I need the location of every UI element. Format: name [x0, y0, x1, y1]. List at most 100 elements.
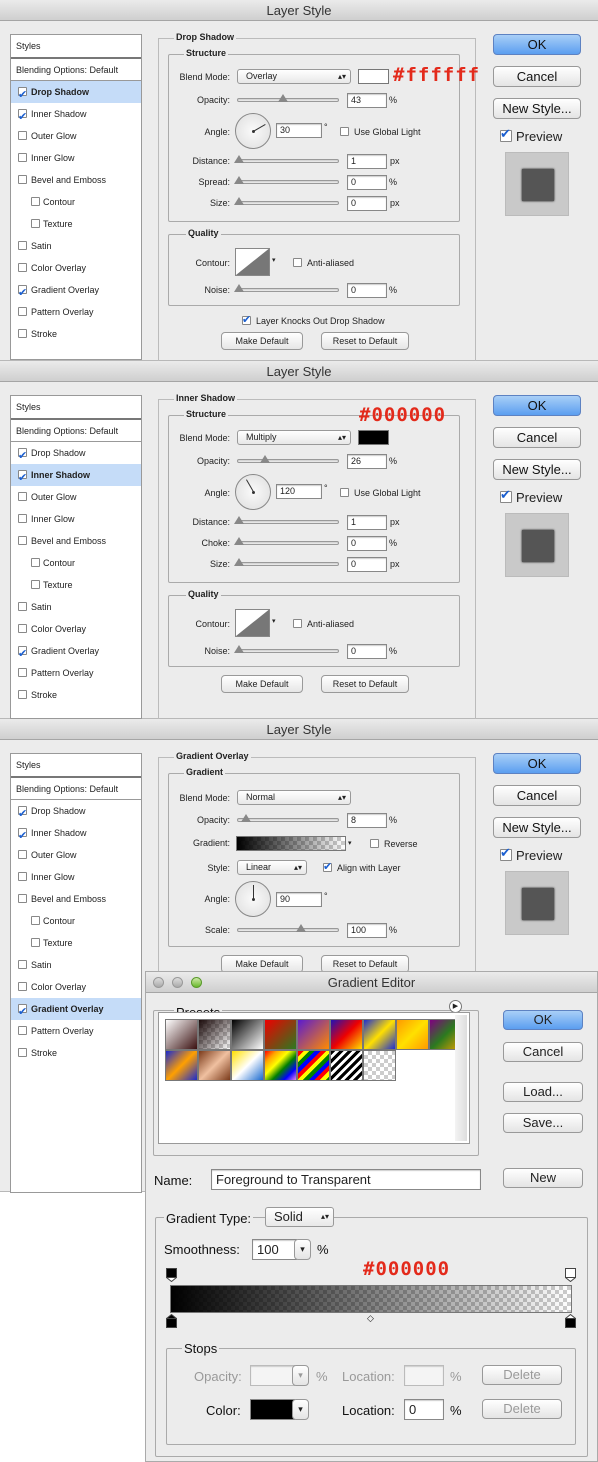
anti-aliased-checkbox[interactable]: Anti-aliased: [293, 258, 354, 268]
cancel-button[interactable]: Cancel: [493, 66, 581, 87]
checkbox-icon[interactable]: [18, 850, 27, 859]
angle-dial[interactable]: [235, 474, 271, 510]
gradient-name-input[interactable]: Foreground to Transparent: [211, 1169, 481, 1190]
checkbox-icon[interactable]: [18, 175, 27, 184]
slider-thumb[interactable]: [241, 814, 251, 822]
noise-slider[interactable]: [234, 645, 339, 653]
blend-mode-select[interactable]: Normal ▴▾: [237, 790, 351, 805]
preview-checkbox[interactable]: Preview: [500, 488, 562, 505]
contour-picker[interactable]: [235, 609, 270, 637]
style-item-color-overlay[interactable]: Color Overlay: [11, 257, 141, 279]
blending-options[interactable]: Blending Options: Default: [11, 778, 141, 800]
opacity-stop-left[interactable]: [166, 1268, 177, 1282]
angle-input[interactable]: 30: [276, 123, 322, 138]
style-item-inner-glow[interactable]: Inner Glow: [11, 508, 141, 530]
style-item-gradient-overlay[interactable]: Gradient Overlay: [11, 279, 141, 304]
blend-mode-select[interactable]: Multiply ▴▾: [237, 430, 351, 445]
checkbox-icon[interactable]: [18, 467, 27, 489]
smoothness-input[interactable]: 100: [252, 1239, 297, 1260]
ok-button[interactable]: OK: [493, 395, 581, 416]
noise-input[interactable]: 0: [347, 283, 387, 298]
checkbox-icon[interactable]: [18, 492, 27, 501]
checkbox-icon[interactable]: [18, 668, 27, 677]
checkbox-icon[interactable]: [31, 558, 40, 567]
distance-input[interactable]: 1: [347, 515, 387, 530]
style-item-inner-shadow[interactable]: Inner Shadow: [11, 822, 141, 847]
midpoint-diamond-icon[interactable]: ◇: [367, 1313, 374, 1324]
style-item-texture[interactable]: Texture: [11, 932, 141, 954]
ok-button[interactable]: OK: [493, 753, 581, 774]
style-item-bevel-emboss[interactable]: Bevel and Emboss: [11, 888, 141, 910]
zoom-window-icon[interactable]: [191, 977, 202, 988]
delete-opacity-stop-button[interactable]: Delete: [482, 1365, 562, 1385]
style-item-outer-glow[interactable]: Outer Glow: [11, 486, 141, 508]
style-item-color-overlay[interactable]: Color Overlay: [11, 618, 141, 640]
style-item-color-overlay[interactable]: Color Overlay: [11, 976, 141, 998]
distance-input[interactable]: 1: [347, 154, 387, 169]
checkbox-icon[interactable]: [18, 536, 27, 545]
dropdown-arrow-icon[interactable]: ▾: [272, 256, 276, 264]
checkbox-icon[interactable]: [500, 846, 512, 861]
align-with-layer-checkbox[interactable]: Align with Layer: [323, 860, 401, 873]
slider-thumb[interactable]: [234, 155, 244, 163]
preset-swatch[interactable]: [330, 1050, 363, 1081]
slider-thumb[interactable]: [234, 558, 244, 566]
checkbox-icon[interactable]: [18, 153, 27, 162]
size-input[interactable]: 0: [347, 557, 387, 572]
color-stop-right[interactable]: [565, 1314, 576, 1328]
checkbox-icon[interactable]: [18, 624, 27, 633]
checkbox-icon[interactable]: [31, 580, 40, 589]
slider-thumb[interactable]: [278, 94, 288, 102]
angle-input[interactable]: 120: [276, 484, 322, 499]
preset-swatch[interactable]: [165, 1019, 198, 1050]
style-item-outer-glow[interactable]: Outer Glow: [11, 844, 141, 866]
checkbox-icon[interactable]: [18, 690, 27, 699]
checkbox-icon[interactable]: [31, 916, 40, 925]
style-item-outer-glow[interactable]: Outer Glow: [11, 125, 141, 147]
make-default-button[interactable]: Make Default: [221, 332, 303, 350]
style-item-inner-shadow[interactable]: Inner Shadow: [11, 103, 141, 128]
checkbox-icon[interactable]: [18, 602, 27, 611]
gradient-preview[interactable]: [236, 836, 346, 851]
dropdown-arrow-icon[interactable]: ▾: [348, 839, 352, 847]
checkbox-icon[interactable]: [18, 514, 27, 523]
checkbox-icon[interactable]: [18, 282, 27, 304]
new-style-button[interactable]: New Style...: [493, 459, 581, 480]
checkbox-icon[interactable]: [18, 329, 27, 338]
angle-input[interactable]: 90: [276, 892, 322, 907]
smoothness-dropdown[interactable]: ▾: [294, 1239, 311, 1260]
checkbox-icon[interactable]: [500, 488, 512, 503]
checkbox-icon[interactable]: [31, 197, 40, 206]
preset-swatch[interactable]: [198, 1019, 231, 1050]
new-style-button[interactable]: New Style...: [493, 817, 581, 838]
checkbox-icon[interactable]: [18, 803, 27, 825]
checkbox-icon[interactable]: [340, 488, 349, 497]
blending-options[interactable]: Blending Options: Default: [11, 420, 141, 442]
stop-opacity-dropdown[interactable]: ▾: [292, 1365, 309, 1386]
reverse-checkbox[interactable]: Reverse: [370, 839, 418, 849]
stop-color-swatch[interactable]: [250, 1399, 295, 1420]
noise-slider[interactable]: [234, 284, 339, 292]
use-global-light[interactable]: Use Global Light: [340, 127, 421, 137]
preset-swatch[interactable]: [264, 1019, 297, 1050]
spread-input[interactable]: 0: [347, 175, 387, 190]
preset-swatch[interactable]: [363, 1050, 396, 1081]
stop-color-dropdown[interactable]: ▾: [292, 1399, 309, 1420]
checkbox-icon[interactable]: [31, 219, 40, 228]
preset-swatch[interactable]: [198, 1050, 231, 1081]
reset-default-button[interactable]: Reset to Default: [321, 675, 409, 693]
slider-thumb[interactable]: [260, 455, 270, 463]
slider-thumb[interactable]: [234, 197, 244, 205]
slider-thumb[interactable]: [234, 176, 244, 184]
style-item-inner-glow[interactable]: Inner Glow: [11, 866, 141, 888]
preview-checkbox[interactable]: Preview: [500, 846, 562, 863]
size-slider[interactable]: [234, 197, 339, 205]
slider-thumb[interactable]: [296, 924, 306, 932]
style-item-stroke[interactable]: Stroke: [11, 684, 141, 706]
make-default-button[interactable]: Make Default: [221, 675, 303, 693]
style-item-satin[interactable]: Satin: [11, 235, 141, 257]
preset-swatch[interactable]: [231, 1050, 264, 1081]
opacity-input[interactable]: 26: [347, 454, 387, 469]
new-button[interactable]: New: [503, 1168, 583, 1188]
style-item-drop-shadow[interactable]: Drop Shadow: [11, 81, 141, 106]
